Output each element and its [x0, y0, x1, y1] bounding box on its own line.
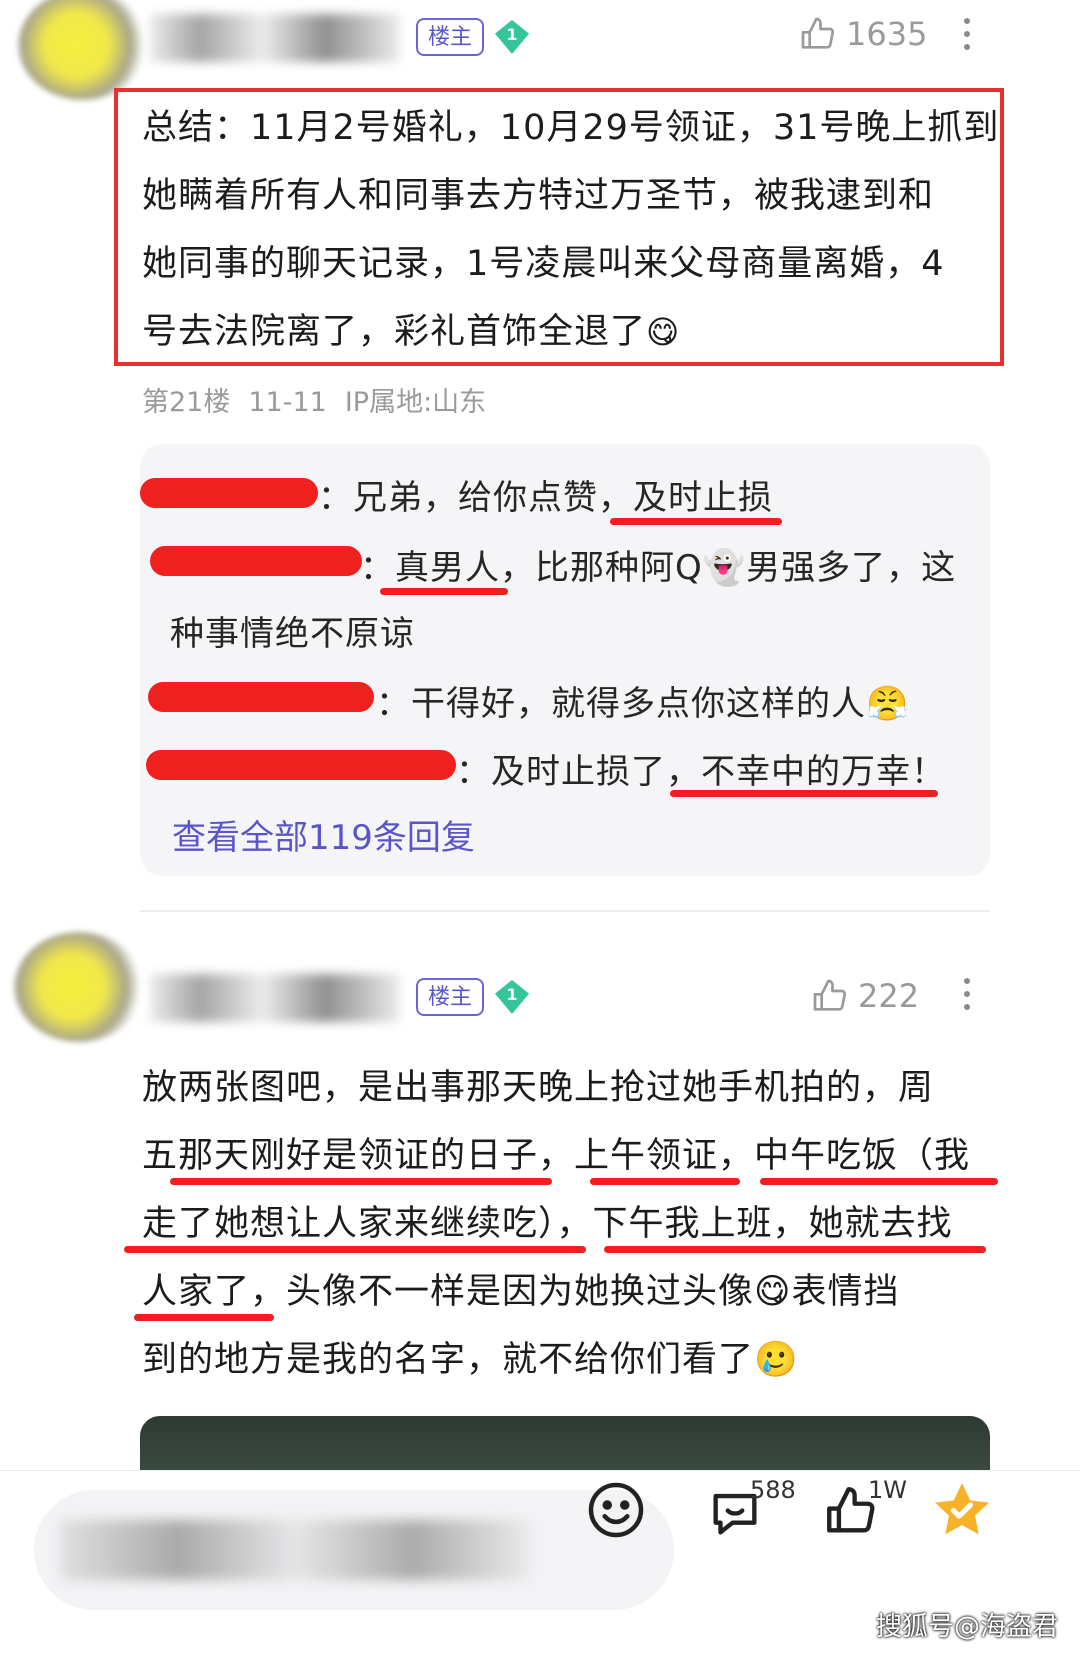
- post2-underline-e: [604, 1246, 986, 1253]
- yum-emoji-icon: 😋: [646, 313, 681, 351]
- redacted-username-1: [140, 478, 318, 508]
- view-all-replies-link[interactable]: 查看全部119条回复: [172, 810, 475, 859]
- post2-underline-c: [760, 1178, 998, 1185]
- emoji-icon[interactable]: [586, 1480, 646, 1540]
- underline-2: [380, 588, 508, 595]
- redacted-username-2: [150, 546, 362, 576]
- post2-underline-f: [134, 1314, 274, 1321]
- comment-input-placeholder: [60, 1520, 530, 1580]
- post1-more-icon[interactable]: [964, 18, 972, 57]
- reply-4[interactable]: ：及时止损了，不幸中的万幸！: [456, 744, 946, 793]
- star-icon[interactable]: [928, 1476, 996, 1544]
- thumbs-up-icon: [813, 979, 847, 1011]
- post2-host-badge: 楼主: [416, 978, 485, 1016]
- post2-underline-d: [124, 1246, 586, 1253]
- post2-image[interactable]: [140, 1416, 990, 1470]
- post1-host-badge: 楼主: [416, 18, 485, 56]
- post-date: 11-11: [248, 387, 327, 418]
- post1-line-4-text: 号去法院离了，彩礼首饰全退了: [142, 312, 647, 352]
- underline-4: [670, 790, 938, 797]
- post1-avatar[interactable]: [18, 0, 148, 100]
- reply-1[interactable]: ：兄弟，给你点赞，及时止损: [318, 470, 773, 519]
- reply-2[interactable]: ：真男人，比那种阿Q👻男强多了，这: [360, 540, 956, 589]
- post2-underline-b: [590, 1178, 740, 1185]
- post1-line-1: 总结：11月2号婚礼，10月29号领证，31号晚上抓到: [142, 108, 1000, 148]
- post2-like-count: 222: [858, 977, 920, 1015]
- post1-line-2: 她瞒着所有人和同事去方特过万圣节，被我逮到和: [142, 176, 935, 216]
- redacted-username-3: [148, 682, 374, 712]
- post2-level-icon: 1: [495, 980, 529, 1014]
- post1-username[interactable]: [150, 14, 400, 62]
- underline-1: [610, 518, 782, 525]
- post2-line-5: 到的地方是我的名字，就不给你们看了🥲: [142, 1340, 799, 1380]
- post1-line-3: 她同事的聊天记录，1号凌晨叫来父母商量离婚，4: [142, 244, 945, 284]
- post1-level-icon: 1: [495, 20, 529, 54]
- post2-more-icon[interactable]: [964, 978, 972, 1017]
- redacted-username-4: [146, 750, 456, 780]
- post2-underline-a: [170, 1178, 552, 1185]
- comments-count: 588: [750, 1476, 796, 1504]
- likes-count: 1W: [868, 1476, 907, 1504]
- post2-avatar[interactable]: [14, 932, 144, 1042]
- post1-like-button[interactable]: 1635: [798, 14, 927, 54]
- reply-3[interactable]: ：干得好，就得多点你这样的人😤: [376, 676, 909, 725]
- post1-line-4: 号去法院离了，彩礼首饰全退了😋: [142, 298, 680, 366]
- post1-meta: 第21楼 11-11 IP属地:山东: [142, 380, 504, 419]
- post2-username[interactable]: [150, 974, 400, 1022]
- reply-2-cont: 种事情绝不原谅: [170, 614, 415, 654]
- watermark: 搜狐号@海盗君: [875, 1612, 1058, 1642]
- post2-like-button[interactable]: 222: [810, 976, 919, 1016]
- thumbs-up-icon: [801, 17, 835, 49]
- ip-location: IP属地:山东: [344, 387, 487, 418]
- post2-line-1: 放两张图吧，是出事那天晚上抢过她手机拍的，周: [142, 1068, 935, 1108]
- floor-number: 第21楼: [142, 387, 231, 418]
- post-divider: [140, 910, 990, 912]
- post1-like-count: 1635: [846, 15, 928, 53]
